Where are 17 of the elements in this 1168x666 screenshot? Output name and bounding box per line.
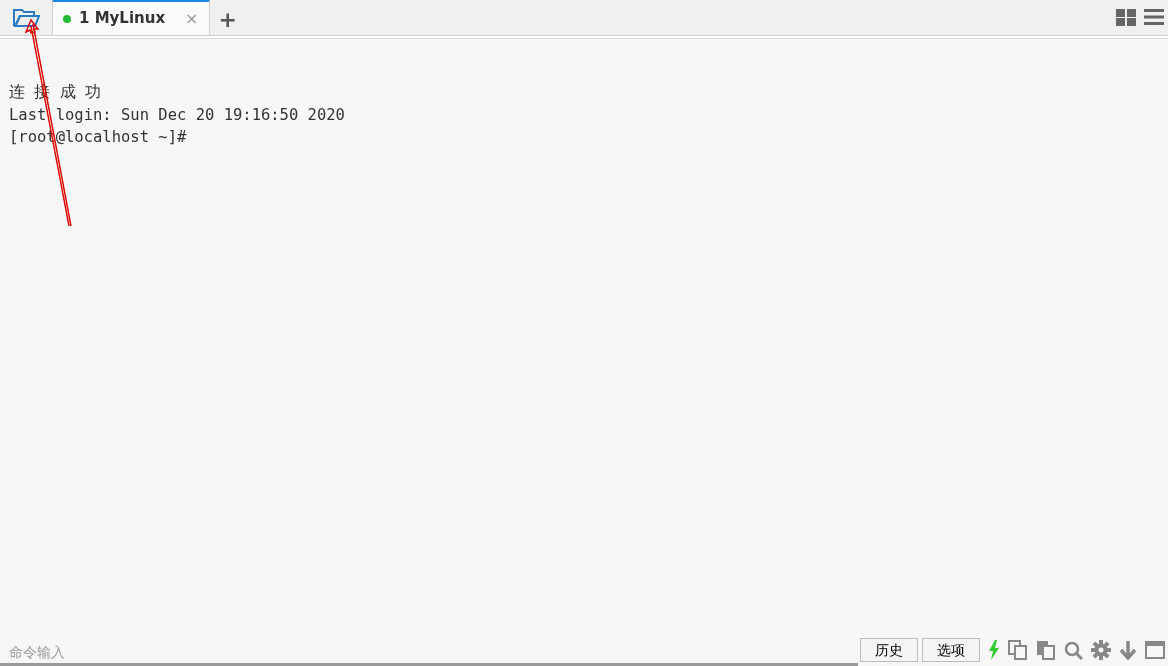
lightning-icon[interactable] — [988, 640, 1000, 660]
copy-icon[interactable] — [1008, 640, 1028, 660]
down-arrow-icon[interactable] — [1119, 640, 1137, 660]
paste-icon[interactable] — [1036, 640, 1056, 660]
folder-icon[interactable] — [12, 6, 40, 28]
settings-icon[interactable] — [1091, 640, 1111, 660]
session-tab[interactable]: 1 MyLinux × — [52, 0, 210, 35]
window-icon[interactable] — [1145, 641, 1165, 659]
command-input[interactable]: 命令输入 — [0, 640, 858, 666]
history-button[interactable]: 历史 — [860, 638, 918, 662]
search-icon[interactable] — [1064, 640, 1083, 660]
grid-icon[interactable] — [1116, 8, 1136, 26]
menu-icon[interactable] — [1144, 9, 1164, 25]
options-button[interactable]: 选项 — [922, 638, 980, 662]
terminal-line: Last login: Sun Dec 20 19:16:50 2020 — [9, 104, 345, 126]
tab-title: 1 MyLinux — [79, 8, 166, 30]
new-tab-button[interactable]: + — [218, 9, 237, 31]
